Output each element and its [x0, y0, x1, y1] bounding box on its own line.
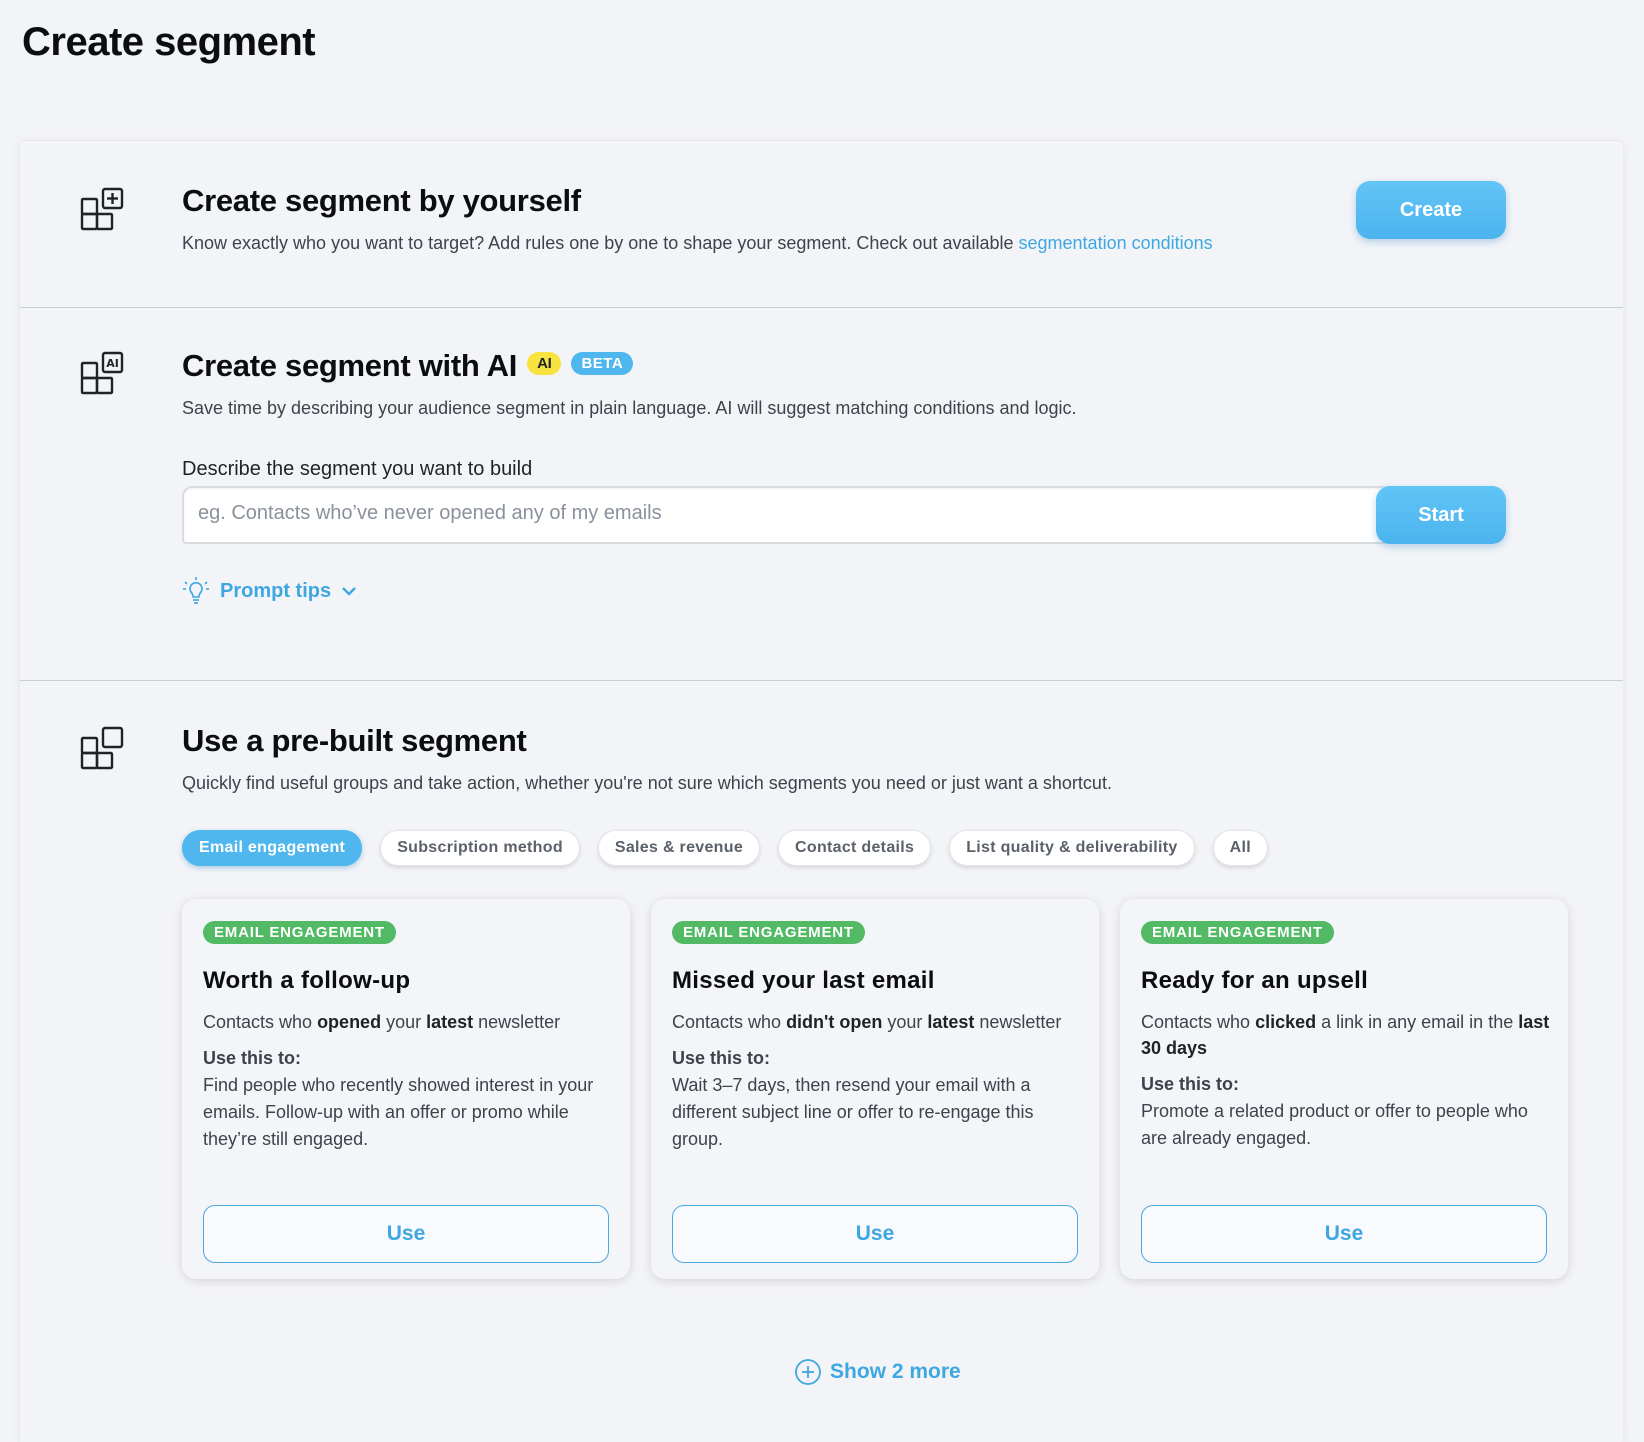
- desc-text: Contacts who: [672, 1012, 787, 1032]
- segment-card: EMAIL ENGAGEMENT Worth a follow-up Conta…: [182, 899, 630, 1279]
- segment-card: EMAIL ENGAGEMENT Ready for an upsell Con…: [1120, 899, 1568, 1279]
- desc-text: newsletter: [473, 1012, 561, 1032]
- use-this-label: Use this to:: [203, 1048, 302, 1068]
- segment-description-label: Describe the segment you want to build: [182, 458, 533, 480]
- page-title: Create segment: [22, 20, 316, 64]
- card-description: Contacts who opened your latest newslett…: [203, 1009, 613, 1035]
- start-button[interactable]: Start: [1376, 486, 1506, 544]
- create-button[interactable]: Create: [1356, 181, 1506, 239]
- filter-chip-sales-revenue[interactable]: Sales & revenue: [597, 830, 761, 866]
- manual-section-title: Create segment by yourself: [182, 183, 581, 218]
- card-use-text: Wait 3–7 days, then resend your email wi…: [672, 1075, 1034, 1149]
- segmentation-conditions-link[interactable]: segmentation conditions: [1019, 233, 1213, 253]
- section-create-ai: AI Create segment with AI AI BETA Save tim…: [20, 308, 1623, 680]
- segment-description-input[interactable]: eg. Contacts who’ve never opened any of …: [182, 486, 1412, 544]
- grid-square-icon: [80, 726, 124, 770]
- prebuilt-section-title: Use a pre-built segment: [182, 723, 527, 758]
- card-title: Missed your last email: [672, 967, 935, 994]
- filter-chip-all[interactable]: All: [1212, 830, 1268, 866]
- category-tag: EMAIL ENGAGEMENT: [1141, 921, 1334, 944]
- ai-section-description: Save time by describing your audience se…: [182, 398, 1077, 418]
- use-button[interactable]: Use: [1141, 1205, 1547, 1263]
- filter-chip-subscription-method[interactable]: Subscription method: [380, 830, 580, 866]
- card-title: Ready for an upsell: [1141, 967, 1369, 994]
- card-use-text: Promote a related product or offer to pe…: [1141, 1101, 1528, 1148]
- ai-badge: AI: [527, 352, 562, 376]
- card-use-section: Use this to: Find people who recently sh…: [203, 1045, 613, 1153]
- card-use-text: Find people who recently showed interest…: [203, 1075, 594, 1149]
- filter-chip-email-engagement[interactable]: Email engagement: [182, 830, 363, 866]
- prompt-tips-toggle[interactable]: Prompt tips: [182, 576, 357, 606]
- grid-plus-icon: [80, 187, 124, 231]
- manual-description-text: Know exactly who you want to target? Add…: [182, 233, 1019, 253]
- lightbulb-icon: [183, 577, 209, 604]
- use-this-label: Use this to:: [672, 1048, 771, 1068]
- ai-title-text: Create segment with AI: [182, 348, 518, 383]
- card-use-section: Use this to: Wait 3–7 days, then resend …: [672, 1045, 1082, 1153]
- desc-text: your: [381, 1012, 427, 1032]
- chevron-down-icon: [342, 587, 356, 596]
- section-prebuilt: Use a pre-built segment Quickly find use…: [20, 681, 1623, 1441]
- ai-section-title: Create segment with AI AI BETA: [182, 348, 634, 384]
- desc-text: Contacts who: [1141, 1012, 1256, 1032]
- segment-options-panel: Create segment by yourself Know exactly …: [20, 142, 1623, 1442]
- category-tag: EMAIL ENGAGEMENT: [672, 921, 865, 944]
- category-tag: EMAIL ENGAGEMENT: [203, 921, 396, 944]
- segment-card: EMAIL ENGAGEMENT Missed your last email …: [651, 899, 1099, 1279]
- svg-text:AI: AI: [106, 357, 119, 370]
- show-more-button[interactable]: Show 2 more: [794, 1358, 961, 1386]
- desc-text: newsletter: [974, 1012, 1062, 1032]
- prebuilt-section-description: Quickly find useful groups and take acti…: [182, 773, 1112, 793]
- use-button[interactable]: Use: [672, 1205, 1078, 1263]
- plus-circle-icon: [795, 1359, 821, 1385]
- desc-emphasis: didn't open: [786, 1012, 883, 1032]
- card-use-section: Use this to: Promote a related product o…: [1141, 1071, 1551, 1152]
- card-description: Contacts who didn't open your latest new…: [672, 1009, 1082, 1035]
- desc-text: a link in any email in the: [1316, 1012, 1519, 1032]
- desc-emphasis: opened: [317, 1012, 382, 1032]
- use-button[interactable]: Use: [203, 1205, 609, 1263]
- desc-emphasis: latest: [426, 1012, 474, 1032]
- filter-chip-contact-details[interactable]: Contact details: [778, 830, 932, 866]
- category-filters: Email engagement Subscription method Sal…: [182, 830, 1268, 866]
- manual-section-description: Know exactly who you want to target? Add…: [182, 233, 1213, 254]
- desc-text: Contacts who: [203, 1012, 318, 1032]
- beta-badge: BETA: [571, 352, 634, 376]
- card-title: Worth a follow-up: [203, 967, 411, 994]
- desc-emphasis: clicked: [1255, 1012, 1317, 1032]
- prompt-tips-label: Prompt tips: [220, 579, 332, 602]
- desc-emphasis: latest: [927, 1012, 975, 1032]
- desc-text: your: [882, 1012, 928, 1032]
- grid-ai-icon: AI: [80, 351, 124, 395]
- card-description: Contacts who clicked a link in any email…: [1141, 1009, 1551, 1061]
- use-this-label: Use this to:: [1141, 1074, 1240, 1094]
- filter-chip-list-quality[interactable]: List quality & deliverability: [949, 830, 1195, 866]
- section-create-manual: Create segment by yourself Know exactly …: [20, 143, 1623, 307]
- show-more-label: Show 2 more: [830, 1360, 961, 1383]
- segment-description-placeholder: eg. Contacts who’ve never opened any of …: [198, 502, 662, 524]
